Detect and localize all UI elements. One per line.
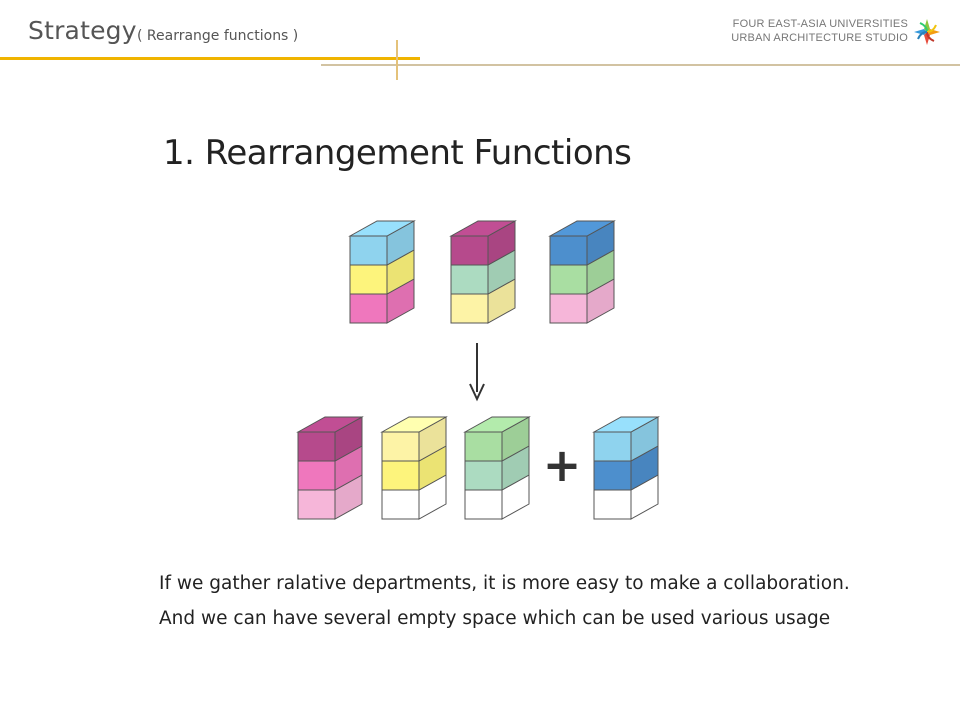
block-face-front bbox=[349, 293, 388, 324]
body-text: If we gather ralative departments, it is… bbox=[159, 566, 850, 636]
block-face-front bbox=[381, 431, 420, 462]
block-face-front bbox=[297, 460, 336, 491]
block-face-front bbox=[450, 235, 489, 266]
block-face-front bbox=[297, 489, 336, 520]
plus-sign: + bbox=[543, 438, 582, 492]
block-face-front bbox=[297, 431, 336, 462]
block-face-front bbox=[349, 264, 388, 295]
block-stack bbox=[296, 416, 364, 520]
block-face-front bbox=[549, 264, 588, 295]
block-face-front bbox=[464, 489, 503, 520]
block-stack bbox=[592, 416, 660, 520]
arrow-down-icon bbox=[469, 343, 485, 402]
block-face-front bbox=[464, 431, 503, 462]
block-face-front bbox=[381, 489, 420, 520]
block-stack bbox=[463, 416, 531, 520]
block-stack bbox=[348, 220, 416, 324]
block-face-front bbox=[464, 460, 503, 491]
block-stack bbox=[380, 416, 448, 520]
body-line-1: If we gather ralative departments, it is… bbox=[159, 573, 850, 594]
stacks-after-group bbox=[296, 416, 660, 520]
block-face-front bbox=[349, 235, 388, 266]
block-face-front bbox=[381, 460, 420, 491]
block-stack bbox=[449, 220, 517, 324]
block-face-front bbox=[593, 431, 632, 462]
block-face-front bbox=[450, 264, 489, 295]
stacks-before-group bbox=[348, 220, 616, 324]
block-face-front bbox=[450, 293, 489, 324]
body-line-2: And we can have several empty space whic… bbox=[159, 608, 831, 629]
block-stack bbox=[548, 220, 616, 324]
block-face-front bbox=[593, 489, 632, 520]
block-face-front bbox=[593, 460, 632, 491]
block-face-front bbox=[549, 235, 588, 266]
block-face-front bbox=[549, 293, 588, 324]
